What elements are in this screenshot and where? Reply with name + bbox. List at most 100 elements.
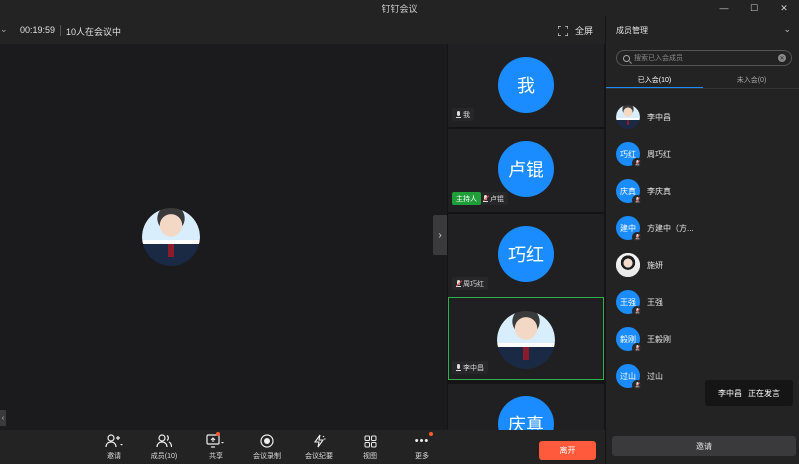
users-icon xyxy=(156,434,172,448)
member-name: 王强 xyxy=(647,297,663,307)
tab-not-joined[interactable]: 未入会(0) xyxy=(703,72,799,88)
notification-dot xyxy=(429,432,434,436)
microphone-muted-icon xyxy=(632,158,642,168)
minutes-label: 会议纪要 xyxy=(305,453,333,460)
members-button[interactable]: 成员(10) xyxy=(142,434,186,461)
record-button[interactable]: 会议录制 xyxy=(245,434,289,461)
grid-icon xyxy=(364,434,377,448)
main-video-stage xyxy=(0,44,447,430)
chevron-left-icon: ‹ xyxy=(1,414,5,422)
invite-button[interactable]: 邀请 xyxy=(92,434,136,461)
member-avatar: 建中 xyxy=(616,216,642,242)
tile-name: 我 xyxy=(463,111,470,119)
member-item[interactable]: 毅刚 王毅刚 xyxy=(616,326,792,353)
meeting-timer: 00:19:59 xyxy=(20,25,56,35)
microphone-muted-icon xyxy=(455,279,463,288)
invite-label: 邀请 xyxy=(107,453,121,460)
leave-button[interactable]: 离开 xyxy=(539,441,596,460)
tile-name-tag: 李中昌 xyxy=(452,361,488,374)
thumbnail-strip: 我 我 卢锟 主持人 卢锟 巧红 周巧红 李中昌 庆真 xyxy=(447,44,605,430)
window-controls: — ☐ ✕ xyxy=(709,0,799,16)
more-icon: ••• xyxy=(415,432,434,448)
member-avatar: 庆真 xyxy=(616,179,642,205)
member-name: 施妍 xyxy=(647,260,663,270)
member-item[interactable]: 李中昌 xyxy=(616,104,792,130)
members-label: 成员(10) xyxy=(150,453,178,460)
collapse-thumbnails-button[interactable]: › xyxy=(433,215,447,255)
tile-name: 周巧红 xyxy=(463,280,484,288)
video-tile-speaking[interactable]: 李中昌 xyxy=(448,297,604,380)
microphone-muted-icon xyxy=(632,380,642,390)
member-avatar: 王强 xyxy=(616,290,642,316)
fullscreen-icon xyxy=(557,25,568,36)
member-item[interactable]: 建中 方建中（方... xyxy=(616,215,792,242)
member-name: 过山 xyxy=(647,371,663,381)
meeting-toolbar: 邀请 成员(10) 共享 会议录制 会议纪要 视图 ••• 更多 xyxy=(0,430,605,464)
tile-name-tag: 主持人 卢锟 xyxy=(452,192,508,205)
member-tabs: 已入会(10) 未入会(0) xyxy=(606,72,799,88)
window-title: 钉钉会议 xyxy=(381,3,418,14)
speaking-toast: 李中昌 正在发言 xyxy=(705,380,793,406)
chevron-right-icon: › xyxy=(438,229,442,241)
more-button[interactable]: ••• 更多 xyxy=(400,432,444,461)
panel-invite-button[interactable]: 邀请 xyxy=(612,436,796,456)
tile-name: 李中昌 xyxy=(463,364,484,372)
tile-avatar: 卢锟 xyxy=(498,141,554,197)
microphone-muted-icon xyxy=(632,343,642,353)
participant-count: 10人在会议中 xyxy=(66,27,122,37)
tile-avatar: 巧红 xyxy=(498,226,554,282)
microphone-icon xyxy=(456,110,461,119)
speaker-avatar xyxy=(142,208,200,266)
tile-name: 卢锟 xyxy=(490,195,504,203)
close-button[interactable]: ✕ xyxy=(769,0,799,16)
add-user-icon xyxy=(105,434,123,448)
share-label: 共享 xyxy=(209,453,223,460)
more-label: 更多 xyxy=(415,453,429,460)
chevron-down-icon[interactable]: ⌄ xyxy=(0,24,8,35)
share-button[interactable]: 共享 xyxy=(194,432,238,461)
member-item[interactable]: 巧红 周巧红 xyxy=(616,141,792,168)
member-avatar: 巧红 xyxy=(616,142,642,168)
expand-left-button[interactable]: ‹ xyxy=(0,410,6,426)
fullscreen-label: 全屏 xyxy=(574,26,593,36)
member-avatar: 过山 xyxy=(616,364,642,390)
view-button[interactable]: 视图 xyxy=(348,434,392,461)
clear-icon[interactable]: ✕ xyxy=(778,54,786,62)
member-name: 方建中（方... xyxy=(647,223,694,233)
member-search-input[interactable]: 搜索已入会成员 ✕ xyxy=(616,50,792,66)
view-label: 视图 xyxy=(363,453,377,460)
tab-joined[interactable]: 已入会(10) xyxy=(606,72,703,88)
member-name: 李庆真 xyxy=(647,186,671,196)
microphone-muted-icon xyxy=(632,232,642,242)
fullscreen-button[interactable]: 全屏 xyxy=(557,24,593,37)
minimize-button[interactable]: — xyxy=(709,0,739,16)
chevron-down-icon[interactable]: ⌄ xyxy=(783,24,791,35)
microphone-muted-icon xyxy=(482,194,490,203)
microphone-icon xyxy=(456,363,461,372)
video-tile-me[interactable]: 我 我 xyxy=(448,44,604,127)
host-badge: 主持人 xyxy=(452,192,481,205)
tile-name-tag: 我 xyxy=(452,108,474,121)
record-label: 会议录制 xyxy=(253,453,281,460)
video-tile[interactable]: 巧红 周巧红 xyxy=(448,214,604,297)
speaking-status: 正在发言 xyxy=(748,388,780,398)
video-tile[interactable]: 庆真 xyxy=(448,384,604,430)
member-item[interactable]: 王强 王强 xyxy=(616,289,792,316)
tile-avatar: 我 xyxy=(498,57,554,113)
minutes-button[interactable]: 会议纪要 xyxy=(297,434,341,461)
member-avatar xyxy=(616,105,640,129)
tile-name-tag: 周巧红 xyxy=(452,277,488,290)
record-icon xyxy=(260,434,274,448)
microphone-muted-icon xyxy=(632,195,642,205)
member-name: 王毅刚 xyxy=(647,334,671,344)
search-icon xyxy=(623,54,630,62)
member-item[interactable]: 施妍 xyxy=(616,252,792,278)
video-tile-host[interactable]: 卢锟 主持人 卢锟 xyxy=(448,129,604,212)
lightning-icon xyxy=(312,434,326,448)
panel-title: 成员管理 xyxy=(616,26,648,35)
member-item[interactable]: 庆真 李庆真 xyxy=(616,178,792,205)
member-avatar: 毅刚 xyxy=(616,327,642,353)
notification-dot xyxy=(216,432,220,436)
maximize-button[interactable]: ☐ xyxy=(739,0,769,16)
title-bar: 钉钉会议 — ☐ ✕ xyxy=(0,0,799,16)
